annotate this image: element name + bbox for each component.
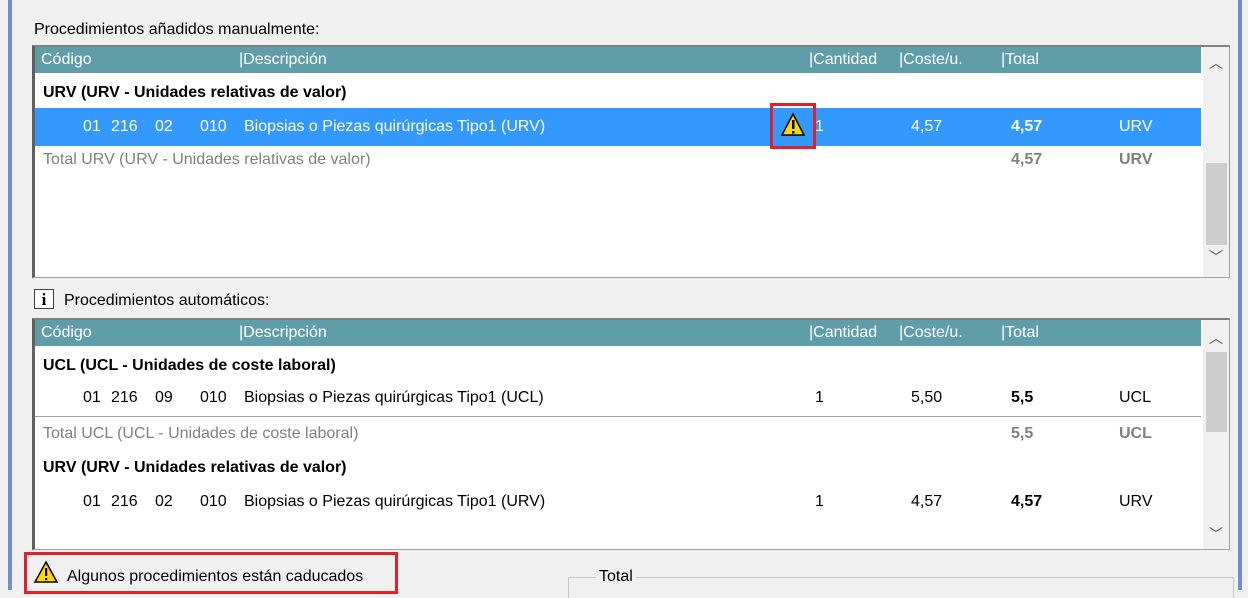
total-value: 4,57	[1011, 151, 1043, 168]
col-codigo[interactable]: Código	[41, 47, 92, 73]
row-coste: 5,50	[911, 389, 943, 406]
manual-list-scrollbar[interactable]: ︿ ﹀	[1203, 47, 1229, 277]
row-description: Biopsias o Piezas quirúrgicas Tipo1 (URV…	[244, 118, 546, 135]
group-title: URV (URV - Unidades relativas de valor)	[43, 459, 347, 476]
table-row[interactable]: 01 216 02 010 Biopsias o Piezas quirúrgi…	[35, 483, 1201, 521]
col-total[interactable]: |Total	[1001, 320, 1039, 346]
col-descripcion[interactable]: |Descripción	[239, 320, 327, 346]
col-coste[interactable]: |Coste/u.	[899, 320, 963, 346]
scroll-thumb[interactable]	[1206, 163, 1227, 245]
code-part-2: 216	[111, 389, 138, 406]
row-unit: UCL	[1119, 389, 1152, 406]
scroll-up-icon[interactable]: ︿	[1203, 328, 1229, 348]
auto-list-scrollbar[interactable]: ︿ ﹀	[1203, 320, 1229, 549]
scroll-down-icon[interactable]: ﹀	[1203, 524, 1229, 544]
col-cantidad[interactable]: |Cantidad	[809, 47, 877, 73]
group-title: UCL (UCL - Unidades de coste laboral)	[43, 357, 336, 374]
scroll-thumb[interactable]	[1206, 352, 1227, 432]
warning-triangle-icon[interactable]	[773, 106, 813, 146]
auto-procedures-label: Procedimientos automáticos:	[64, 292, 270, 309]
total-group-label: Total	[596, 567, 636, 587]
code-part-3: 09	[155, 389, 173, 406]
row-total: 5,5	[1011, 389, 1034, 406]
expired-warning-box: Algunos procedimientos están caducados	[24, 552, 398, 594]
row-coste: 4,57	[911, 118, 943, 135]
total-label: Total UCL (UCL - Unidades de coste labor…	[43, 425, 359, 442]
row-coste: 4,57	[911, 493, 943, 510]
scroll-down-icon[interactable]: ﹀	[1203, 247, 1229, 267]
row-cantidad: 1	[815, 389, 824, 406]
code-part-4: 010	[200, 118, 227, 135]
code-part-4: 010	[200, 493, 227, 510]
col-cantidad[interactable]: |Cantidad	[809, 320, 877, 346]
row-total: 4,57	[1011, 118, 1043, 135]
code-part-3: 02	[155, 493, 173, 510]
group-title: URV (URV - Unidades relativas de valor)	[43, 84, 347, 101]
table-row[interactable]: 01 216 09 010 Biopsias o Piezas quirúrgi…	[35, 379, 1201, 417]
manual-procedures-label: Procedimientos añadidos manualmente:	[34, 21, 320, 38]
code-part-2: 216	[111, 118, 138, 135]
window-frame-right	[1238, 0, 1242, 590]
code-part-1: 01	[83, 389, 101, 406]
row-total: 4,57	[1011, 493, 1043, 510]
col-total[interactable]: |Total	[1001, 47, 1039, 73]
row-unit: URV	[1119, 493, 1153, 510]
row-description: Biopsias o Piezas quirúrgicas Tipo1 (URV…	[244, 493, 546, 510]
total-row-urv[interactable]: Total URV (URV - Unidades relativas de v…	[35, 145, 1201, 175]
code-part-2: 216	[111, 493, 138, 510]
total-unit: UCL	[1119, 425, 1152, 442]
group-row-ucl[interactable]: UCL (UCL - Unidades de coste laboral)	[35, 351, 1201, 381]
code-part-1: 01	[83, 493, 101, 510]
code-part-1: 01	[83, 118, 101, 135]
row-divider	[35, 416, 1201, 417]
code-part-4: 010	[200, 389, 227, 406]
col-descripcion[interactable]: |Descripción	[239, 47, 327, 73]
warning-highlight-box	[770, 103, 816, 149]
info-icon[interactable]: i	[34, 289, 54, 309]
total-value: 5,5	[1011, 425, 1034, 442]
table-row-selected[interactable]: 01 216 02 010 Biopsias o Piezas quirúrgi…	[35, 108, 1201, 146]
row-unit: URV	[1119, 118, 1153, 135]
row-cantidad: 1	[815, 118, 824, 135]
total-group-box	[568, 577, 1234, 598]
scroll-up-icon[interactable]: ︿	[1203, 53, 1229, 73]
warning-triangle-icon	[33, 560, 59, 583]
total-row-ucl[interactable]: Total UCL (UCL - Unidades de coste labor…	[35, 419, 1201, 449]
group-row-urv[interactable]: URV (URV - Unidades relativas de valor)	[35, 453, 1201, 483]
col-coste[interactable]: |Coste/u.	[899, 47, 963, 73]
total-label: Total URV (URV - Unidades relativas de v…	[43, 151, 371, 168]
col-codigo[interactable]: Código	[41, 320, 92, 346]
auto-list-header: Código |Descripción |Cantidad |Coste/u. …	[35, 320, 1201, 346]
row-description: Biopsias o Piezas quirúrgicas Tipo1 (UCL…	[244, 389, 544, 406]
row-cantidad: 1	[815, 493, 824, 510]
auto-procedures-list[interactable]: Código |Descripción |Cantidad |Coste/u. …	[32, 318, 1230, 550]
group-row-urv[interactable]: URV (URV - Unidades relativas de valor)	[35, 78, 1201, 108]
expired-warning-text: Algunos procedimientos están caducados	[67, 568, 364, 585]
manual-procedures-list[interactable]: Código |Descripción |Cantidad |Coste/u. …	[32, 45, 1230, 278]
window-frame-left	[8, 0, 12, 590]
manual-list-header: Código |Descripción |Cantidad |Coste/u. …	[35, 47, 1201, 73]
code-part-3: 02	[155, 118, 173, 135]
total-unit: URV	[1119, 151, 1153, 168]
